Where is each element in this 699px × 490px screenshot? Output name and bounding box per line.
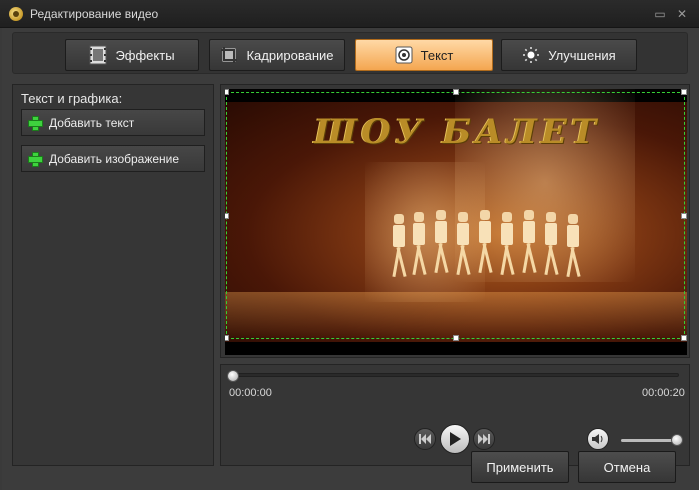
next-button[interactable] <box>473 428 495 450</box>
text-stamp-icon <box>395 46 413 64</box>
resize-handle[interactable] <box>681 89 687 95</box>
resize-handle[interactable] <box>453 335 459 341</box>
close-icon[interactable]: ✕ <box>674 6 690 22</box>
resize-handle[interactable] <box>225 335 229 341</box>
play-icon <box>450 432 461 446</box>
text-selection-box[interactable] <box>226 92 685 339</box>
play-button[interactable] <box>440 424 470 454</box>
resize-handle[interactable] <box>225 89 229 95</box>
tab-strip: Эффекты Кадрирование Текст Улучшения <box>12 32 688 74</box>
skip-forward-icon <box>478 434 490 444</box>
minimize-icon[interactable]: ▭ <box>652 6 668 22</box>
tab-text[interactable]: Текст <box>355 39 493 71</box>
tab-crop-label: Кадрирование <box>246 47 334 63</box>
dialog-content: Эффекты Кадрирование Текст Улучшения Тек… <box>2 28 699 490</box>
resize-handle[interactable] <box>681 335 687 341</box>
film-effects-icon <box>89 45 107 65</box>
speaker-icon <box>592 434 603 444</box>
mute-button[interactable] <box>587 428 609 450</box>
previous-button[interactable] <box>414 428 436 450</box>
tab-text-label: Текст <box>420 47 454 63</box>
apply-button[interactable]: Применить <box>471 451 569 483</box>
resize-handle[interactable] <box>225 213 229 219</box>
add-text-label: Добавить текст <box>49 115 135 130</box>
window-title: Редактирование видео <box>30 7 159 21</box>
panel-heading: Текст и графика: <box>21 91 123 106</box>
video-frame: ШОУ БАЛЕТ <box>225 89 687 355</box>
plus-icon <box>28 152 43 167</box>
skip-back-icon <box>419 434 431 444</box>
resize-handle[interactable] <box>453 89 459 95</box>
volume-knob[interactable] <box>671 434 683 446</box>
resize-handle[interactable] <box>681 213 687 219</box>
add-image-button[interactable]: Добавить изображение <box>21 145 205 172</box>
tab-effects[interactable]: Эффекты <box>65 39 199 71</box>
app-icon <box>9 7 23 21</box>
video-preview-panel: ШОУ БАЛЕТ <box>220 84 690 358</box>
tab-crop[interactable]: Кадрирование <box>209 39 345 71</box>
timeline-knob[interactable] <box>227 370 239 382</box>
current-time: 00:00:00 <box>229 387 272 399</box>
tab-enhancements[interactable]: Улучшения <box>501 39 637 71</box>
brightness-icon <box>523 47 540 63</box>
plus-icon <box>28 116 43 131</box>
add-image-label: Добавить изображение <box>49 151 180 166</box>
text-graphics-panel: Текст и графика: Добавить текст Добавить… <box>12 84 214 466</box>
crop-icon <box>221 47 238 63</box>
tab-effects-label: Эффекты <box>115 47 175 63</box>
title-bar: Редактирование видео ▭ ✕ <box>0 0 699 28</box>
timeline-slider[interactable] <box>231 373 679 377</box>
volume-slider[interactable] <box>621 439 677 442</box>
cancel-button[interactable]: Отмена <box>578 451 676 483</box>
total-time: 00:00:20 <box>642 387 685 399</box>
tab-enhancements-label: Улучшения <box>548 47 616 63</box>
add-text-button[interactable]: Добавить текст <box>21 109 205 136</box>
